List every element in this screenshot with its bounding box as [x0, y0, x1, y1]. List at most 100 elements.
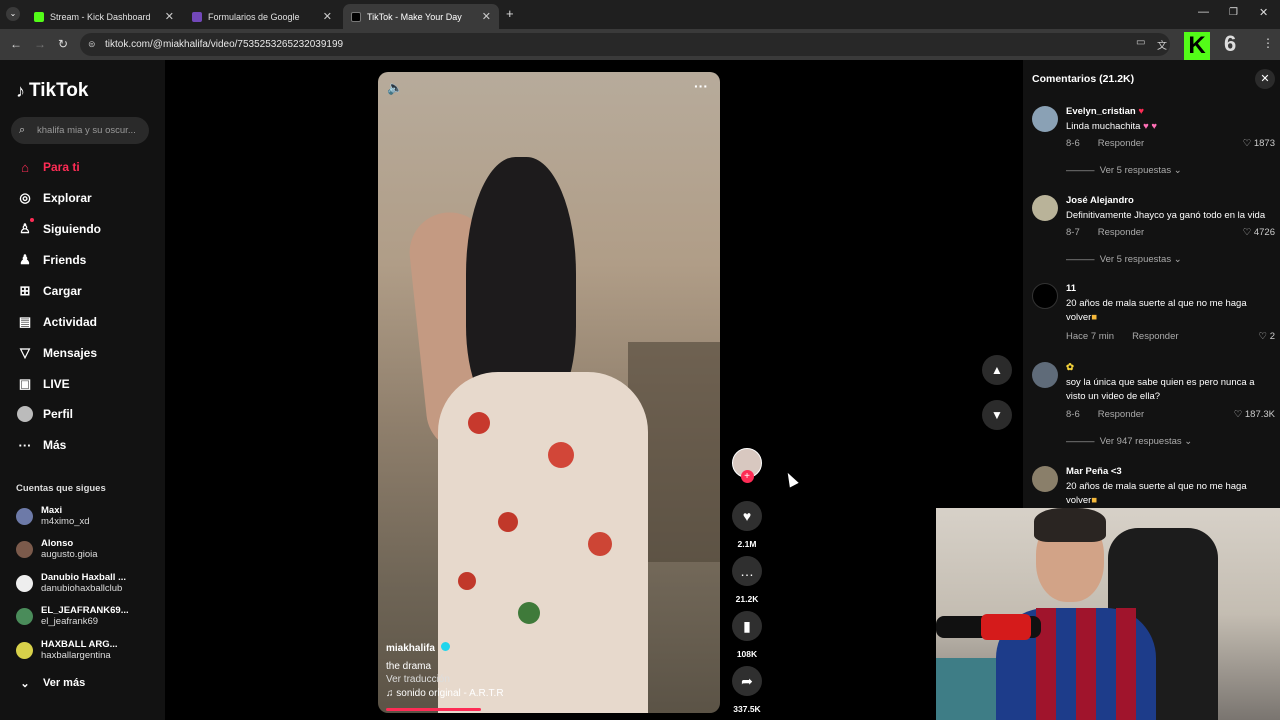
- nav-para-ti[interactable]: ⌂ Para ti: [16, 156, 80, 178]
- nav-mas[interactable]: ··· Más: [16, 434, 67, 456]
- tab-google-forms[interactable]: Formularios de Google ✕: [184, 4, 340, 29]
- video-more-icon[interactable]: ···: [694, 78, 708, 94]
- nav-friends[interactable]: ♟ Friends: [16, 249, 86, 271]
- reply-button[interactable]: Responder: [1098, 227, 1144, 238]
- tab-list-button[interactable]: ⌄: [6, 7, 20, 21]
- share-button[interactable]: ➦ 337.5K: [728, 666, 766, 714]
- video-progress-bar[interactable]: [386, 708, 481, 711]
- nav-label: Cargar: [43, 284, 82, 298]
- like-button[interactable]: ♥ 2.1M: [728, 501, 766, 549]
- close-window-button[interactable]: ✕: [1259, 6, 1268, 19]
- comment-user[interactable]: José Alejandro: [1066, 195, 1134, 206]
- bookmark-icon: ▮: [732, 611, 762, 641]
- nav-live[interactable]: ▣ LIVE: [16, 373, 70, 395]
- see-translation-link[interactable]: Ver traducción: [386, 674, 450, 685]
- following-title: Cuentas que sigues: [16, 483, 106, 494]
- close-comments-button[interactable]: ✕: [1255, 69, 1275, 89]
- site-info-icon[interactable]: ⊜: [88, 33, 96, 56]
- account-handle: augusto.gioia: [41, 549, 98, 560]
- kick-icon: [34, 11, 44, 22]
- avatar[interactable]: [1032, 362, 1058, 388]
- reply-button[interactable]: Responder: [1098, 138, 1144, 149]
- video-player[interactable]: 🔈 ··· miakhalifa the drama Ver traducció…: [378, 72, 720, 713]
- close-tab-icon[interactable]: ✕: [323, 10, 332, 23]
- back-icon[interactable]: ←: [10, 37, 22, 51]
- nav-mensajes[interactable]: ▽ Mensajes: [16, 342, 97, 364]
- chevron-down-icon: ⌄: [20, 677, 30, 690]
- avatar: [16, 607, 33, 625]
- followed-account[interactable]: EL_JEAFRANK69... el_jeafrank69: [16, 601, 129, 631]
- author-name: miakhalifa: [386, 643, 435, 654]
- comment-like-button[interactable]: ♡ 4726: [1243, 227, 1275, 238]
- reply-button[interactable]: Responder: [1098, 409, 1144, 420]
- close-tab-icon[interactable]: ✕: [482, 10, 491, 23]
- search-input[interactable]: ⌕ khalifa mia y su oscur...: [11, 117, 149, 144]
- heart-outline-icon: ♡: [1233, 409, 1243, 420]
- search-icon: ⌕: [19, 124, 26, 136]
- flower-pattern: [588, 532, 612, 556]
- comment-like-button[interactable]: ♡ 2: [1259, 331, 1275, 342]
- notification-dot: [30, 218, 34, 222]
- minimize-button[interactable]: —: [1198, 6, 1209, 18]
- comment-button[interactable]: … 21.2K: [728, 556, 766, 604]
- nav-label: Mensajes: [43, 346, 98, 360]
- see-more-button[interactable]: ⌄ Ver más: [16, 672, 85, 694]
- nav-explorar[interactable]: ◎ Explorar: [16, 187, 91, 209]
- followed-account[interactable]: Alonso augusto.gioia: [16, 534, 98, 564]
- avatar[interactable]: [1032, 283, 1058, 309]
- followed-account[interactable]: Maxi m4ximo_xd: [16, 501, 90, 531]
- music-note-icon: ♫: [386, 688, 397, 699]
- view-replies-button[interactable]: ——— Ver 5 respuestas ⌄: [1066, 254, 1182, 265]
- close-tab-icon[interactable]: ✕: [165, 10, 174, 23]
- nav-siguiendo[interactable]: ♙ Siguiendo: [16, 218, 101, 240]
- previous-video-button[interactable]: ▲: [982, 355, 1012, 385]
- sound-info[interactable]: ♫ sonido original - A.R.T.R: [386, 688, 504, 699]
- nav-label: Más: [43, 438, 67, 452]
- reply-button[interactable]: Responder: [1132, 331, 1178, 342]
- follow-plus-icon[interactable]: +: [740, 470, 754, 483]
- comment-item: Mar Peña <3 20 años de mala suerte al qu…: [1032, 466, 1277, 506]
- avatar[interactable]: [1032, 195, 1058, 221]
- logo-text: TikTok: [29, 80, 89, 101]
- nav-actividad[interactable]: ▤ Actividad: [16, 311, 97, 333]
- cast-icon[interactable]: ▭: [1136, 37, 1145, 48]
- view-replies-button[interactable]: ——— Ver 5 respuestas ⌄: [1066, 165, 1182, 176]
- nav-perfil[interactable]: Perfil: [16, 403, 73, 425]
- like-count: 2.1M: [737, 539, 757, 549]
- maximize-button[interactable]: ❐: [1229, 7, 1238, 18]
- forward-icon[interactable]: →: [34, 37, 46, 51]
- translate-icon[interactable]: 文: [1157, 37, 1167, 52]
- comment-user[interactable]: 11: [1066, 283, 1076, 294]
- avatar[interactable]: [1032, 106, 1058, 132]
- url-field[interactable]: ⊜ tiktok.com/@miakhalifa/video/753525326…: [80, 33, 1170, 56]
- flower-pattern: [468, 412, 490, 434]
- comment-meta: Hace 7 min Responder: [1066, 331, 1179, 342]
- save-button[interactable]: ▮ 108K: [728, 611, 766, 659]
- comment-user[interactable]: Evelyn_cristian ♥: [1066, 106, 1144, 117]
- next-video-button[interactable]: ▼: [982, 400, 1012, 430]
- video-author[interactable]: miakhalifa: [386, 642, 450, 654]
- volume-icon[interactable]: 🔈: [387, 80, 403, 96]
- video-figure-dress: [438, 372, 648, 713]
- messages-icon: ▽: [20, 345, 30, 360]
- new-tab-button[interactable]: +: [506, 6, 514, 21]
- comments-title: Comentarios (21.2K): [1032, 73, 1135, 85]
- nav-cargar[interactable]: ⊞ Cargar: [16, 280, 82, 302]
- comment-like-button[interactable]: ♡ 187.3K: [1234, 409, 1275, 420]
- tab-tiktok[interactable]: TikTok - Make Your Day ✕: [343, 4, 499, 29]
- followed-account[interactable]: Danubio Haxball ... danubiohaxballclub: [16, 568, 126, 598]
- author-avatar-button[interactable]: +: [728, 448, 766, 483]
- avatar[interactable]: [1032, 466, 1058, 492]
- account-name: Danubio Haxball ...: [41, 572, 126, 583]
- tiktok-logo[interactable]: ♪ TikTok: [16, 80, 88, 102]
- reload-icon[interactable]: ↻: [58, 37, 68, 51]
- comment-like-button[interactable]: ♡ 1873: [1243, 138, 1275, 149]
- followed-account[interactable]: HAXBALL ARG... haxballargentina: [16, 635, 118, 665]
- view-replies-button[interactable]: ——— Ver 947 respuestas ⌄: [1066, 436, 1192, 447]
- upload-icon: ⊞: [19, 283, 31, 298]
- comment-user[interactable]: ✿: [1066, 362, 1074, 373]
- menu-icon[interactable]: ⋮: [1262, 36, 1274, 50]
- webcam-shirt-stripe: [1076, 608, 1096, 720]
- comment-user[interactable]: Mar Peña <3: [1066, 466, 1122, 477]
- tab-kick-dashboard[interactable]: Stream - Kick Dashboard ✕: [26, 4, 182, 29]
